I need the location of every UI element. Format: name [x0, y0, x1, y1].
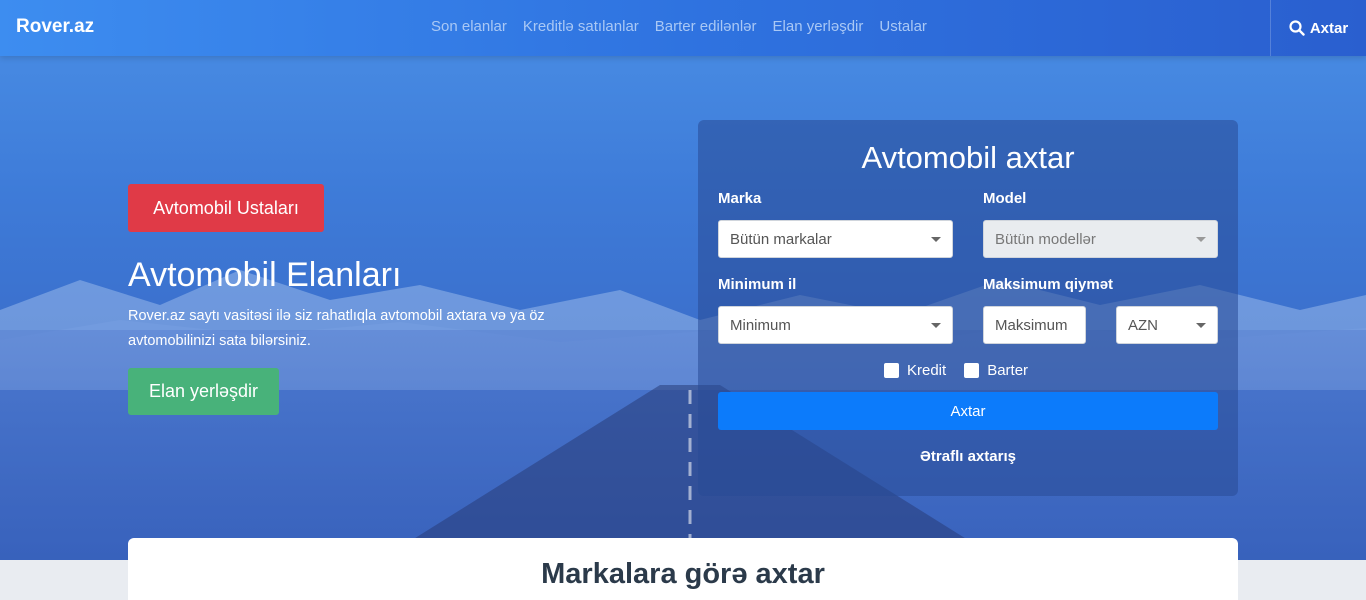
min-year-label: Minimum il — [718, 276, 797, 293]
hero-title: Avtomobil Elanları — [128, 256, 402, 294]
search-panel-title: Avtomobil axtar — [861, 140, 1075, 175]
nav-link-latest[interactable]: Son elanlar — [431, 18, 507, 35]
chevron-down-icon — [1196, 236, 1206, 242]
currency-select-value: AZN — [1128, 316, 1158, 334]
barter-checkbox[interactable] — [964, 363, 980, 378]
max-price-label: Maksimum qiymət — [983, 276, 1114, 293]
brand-logo[interactable]: Rover.az — [16, 16, 94, 38]
post-ad-button[interactable]: Elan yerləşdir — [128, 368, 279, 415]
search-icon — [1289, 20, 1305, 36]
chevron-down-icon — [1196, 322, 1206, 328]
search-button[interactable]: Axtar — [718, 392, 1218, 430]
credit-label: Kredit — [907, 362, 947, 379]
min-year-select[interactable]: Minimum — [718, 306, 953, 344]
advanced-search-link[interactable]: Ətraflı axtarış — [698, 448, 1238, 465]
top-navbar: Rover.az Son elanlar Kreditlə satılanlar… — [0, 0, 1366, 56]
model-select-value: Bütün modellər — [995, 230, 1096, 248]
chevron-down-icon — [931, 322, 941, 328]
credit-checkbox[interactable] — [884, 363, 899, 378]
make-select-value: Bütün markalar — [730, 230, 832, 248]
search-panel: Avtomobil axtar Marka Bütün markalar Mod… — [698, 120, 1238, 496]
filter-checkboxes: Kredit Barter — [884, 362, 1028, 379]
masters-button[interactable]: Avtomobil Ustaları — [128, 184, 324, 232]
nav-link-barter[interactable]: Barter edilənlər — [655, 18, 757, 35]
make-label: Marka — [718, 190, 762, 207]
brands-card-title: Markalara görə axtar — [541, 558, 825, 590]
brands-card: Markalara görə axtar — [128, 538, 1238, 600]
nav-links: Son elanlar Kreditlə satılanlar Barter e… — [431, 18, 927, 35]
nav-link-credit[interactable]: Kreditlə satılanlar — [523, 18, 639, 35]
nav-search-label: Axtar — [1309, 19, 1349, 37]
nav-link-masters[interactable]: Ustalar — [879, 18, 927, 35]
chevron-down-icon — [931, 236, 941, 242]
currency-select[interactable]: AZN — [1116, 306, 1218, 344]
max-price-placeholder: Maksimum — [995, 316, 1068, 334]
model-select[interactable]: Bütün modellər — [983, 220, 1218, 258]
hero-description: Rover.az saytı vasitəsi ilə siz rahatlıq… — [128, 308, 545, 349]
barter-label: Barter — [987, 362, 1029, 379]
min-year-select-value: Minimum — [730, 316, 791, 334]
nav-search-button[interactable]: Axtar — [1270, 0, 1366, 56]
nav-link-post-ad[interactable]: Elan yerləşdir — [773, 18, 864, 35]
make-select[interactable]: Bütün markalar — [718, 220, 953, 258]
model-label: Model — [983, 190, 1027, 207]
max-price-input[interactable]: Maksimum — [983, 306, 1086, 344]
